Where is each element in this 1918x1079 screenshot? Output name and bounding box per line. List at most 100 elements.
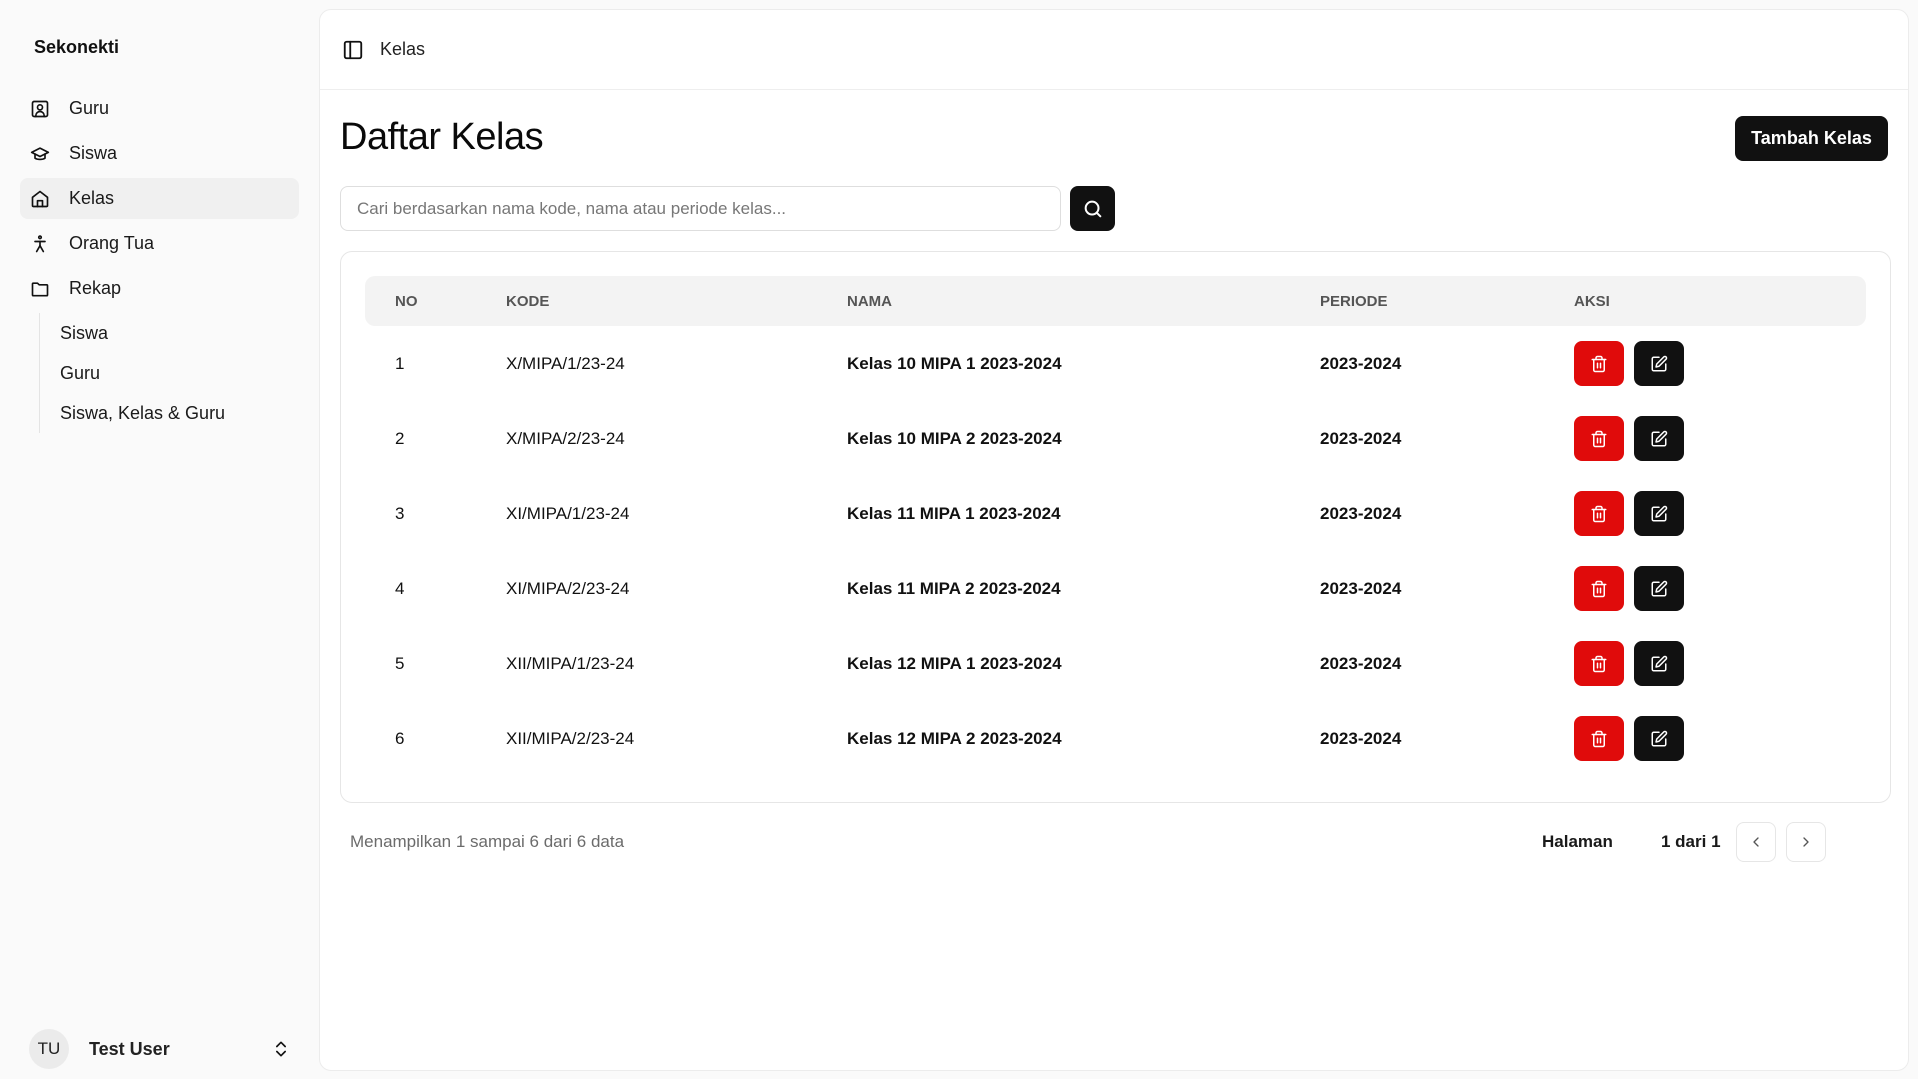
edit-button[interactable]: [1634, 416, 1684, 461]
sidebar-item-label: Siswa: [69, 143, 118, 163]
edit-button[interactable]: [1634, 566, 1684, 611]
delete-button[interactable]: [1574, 341, 1624, 386]
sidebar-item-label: Guru: [69, 98, 110, 118]
table-header: NO KODE NAMA PERIODE AKSI: [365, 276, 1866, 326]
person-standing-icon: [30, 234, 50, 254]
sidebar-toggle-icon[interactable]: [342, 39, 364, 61]
cell-no: 2: [395, 428, 405, 448]
cell-no: 5: [395, 653, 405, 673]
avatar: TU: [29, 1029, 69, 1069]
sidebar-subitem-guru[interactable]: Guru: [40, 353, 299, 393]
cell-kode: XII/MIPA/2/23-24: [506, 728, 635, 748]
delete-button[interactable]: [1574, 416, 1624, 461]
table-row: 6 XII/MIPA/2/23-24 Kelas 12 MIPA 2 2023-20…: [365, 701, 1866, 776]
cell-aksi: [1574, 566, 1866, 611]
cell-no: 4: [395, 578, 405, 598]
cell-no: 6: [395, 728, 405, 748]
edit-icon: [1651, 655, 1668, 671]
sidebar-item-label: Orang Tua: [69, 233, 155, 253]
sidebar-item-label: Rekap: [69, 278, 122, 298]
main-panel: Kelas Daftar Kelas Tambah Kelas NO KODE …: [319, 9, 1909, 1071]
home-icon: [30, 189, 50, 209]
sidebar-item-label: Kelas: [69, 188, 115, 208]
cell-aksi: [1574, 641, 1866, 686]
edit-icon: [1651, 355, 1668, 371]
rekap-subnav: Siswa Guru Siswa, Kelas & Guru: [39, 313, 299, 433]
header-kode: KODE: [506, 292, 550, 310]
sidebar-subitem-siswa-kelas-guru[interactable]: Siswa, Kelas & Guru: [40, 393, 299, 433]
edit-icon: [1651, 580, 1668, 596]
cell-periode: 2023-2024: [1320, 428, 1402, 448]
trash-icon: [1591, 730, 1607, 747]
trash-icon: [1591, 655, 1607, 672]
delete-button[interactable]: [1574, 566, 1624, 611]
next-page-button[interactable]: [1786, 822, 1826, 862]
sidebar-nav: Guru Siswa Kelas Orang Tua Rekap Siswa G…: [20, 88, 299, 433]
table-row: 3 XI/MIPA/1/23-24 Kelas 11 MIPA 1 2023-202…: [365, 476, 1866, 551]
cell-nama: Kelas 10 MIPA 2 2023-2024: [847, 428, 1062, 448]
sidebar-item-orang-tua[interactable]: Orang Tua: [20, 223, 299, 264]
table-row: 2 X/MIPA/2/23-24 Kelas 10 MIPA 2 2023-2024…: [365, 401, 1866, 476]
sidebar-item-siswa[interactable]: Siswa: [20, 133, 299, 174]
cell-no: 3: [395, 503, 405, 523]
sidebar-item-guru[interactable]: Guru: [20, 88, 299, 129]
cell-nama: Kelas 12 MIPA 2 2023-2024: [847, 728, 1062, 748]
sidebar-item-kelas[interactable]: Kelas: [20, 178, 299, 219]
trash-icon: [1591, 505, 1607, 522]
pagination-label: Halaman: [1542, 832, 1613, 851]
header-periode: PERIODE: [1320, 292, 1388, 310]
search-input[interactable]: [340, 186, 1061, 231]
table-card: NO KODE NAMA PERIODE AKSI 1 X/MIPA/1/23-2…: [340, 251, 1891, 803]
cell-nama: Kelas 11 MIPA 2 2023-2024: [847, 578, 1061, 598]
edit-button[interactable]: [1634, 716, 1684, 761]
folder-icon: [30, 279, 50, 299]
cell-kode: XI/MIPA/1/23-24: [506, 503, 630, 523]
cell-kode: X/MIPA/2/23-24: [506, 428, 625, 448]
user-name: Test User: [89, 1038, 170, 1059]
top-bar: Kelas: [320, 10, 1908, 90]
pagination-info: Menampilkan 1 sampai 6 dari 6 data: [350, 832, 625, 851]
trash-icon: [1591, 355, 1607, 372]
sidebar-item-rekap[interactable]: Rekap: [20, 268, 299, 309]
edit-button[interactable]: [1634, 341, 1684, 386]
cell-aksi: [1574, 416, 1866, 461]
chevron-right-icon: [1803, 837, 1809, 847]
table-row: 1 X/MIPA/1/23-24 Kelas 10 MIPA 1 2023-2024…: [365, 326, 1866, 401]
table-body: 1 X/MIPA/1/23-24 Kelas 10 MIPA 1 2023-2024…: [365, 326, 1866, 776]
sidebar-subitem-siswa[interactable]: Siswa: [40, 313, 299, 353]
cell-periode: 2023-2024: [1320, 653, 1402, 673]
user-menu[interactable]: TU Test User: [29, 1029, 291, 1069]
cell-aksi: [1574, 491, 1866, 536]
delete-button[interactable]: [1574, 641, 1624, 686]
trash-icon: [1591, 430, 1607, 447]
cell-periode: 2023-2024: [1320, 353, 1402, 373]
sidebar: Sekonekti Guru Siswa Kelas Orang Tua Rek…: [0, 0, 318, 1079]
edit-button[interactable]: [1634, 491, 1684, 536]
edit-icon: [1651, 730, 1668, 746]
prev-page-button[interactable]: [1736, 822, 1776, 862]
cell-periode: 2023-2024: [1320, 503, 1402, 523]
breadcrumb: Kelas: [380, 39, 426, 59]
cell-periode: 2023-2024: [1320, 728, 1402, 748]
cell-nama: Kelas 11 MIPA 1 2023-2024: [847, 503, 1061, 523]
trash-icon: [1591, 580, 1607, 597]
cell-periode: 2023-2024: [1320, 578, 1402, 598]
header-aksi: AKSI: [1574, 292, 1610, 310]
cell-kode: XII/MIPA/1/23-24: [506, 653, 635, 673]
delete-button[interactable]: [1574, 716, 1624, 761]
cell-nama: Kelas 10 MIPA 1 2023-2024: [847, 353, 1062, 373]
graduation-cap-icon: [30, 144, 50, 164]
chevrons-up-down-icon: [276, 1041, 286, 1057]
cell-aksi: [1574, 341, 1866, 386]
table-row: 4 XI/MIPA/2/23-24 Kelas 11 MIPA 2 2023-202…: [365, 551, 1866, 626]
search-button[interactable]: [1070, 186, 1115, 231]
edit-button[interactable]: [1634, 641, 1684, 686]
add-class-button[interactable]: Tambah Kelas: [1735, 116, 1888, 161]
chevron-left-icon: [1753, 837, 1759, 847]
edit-icon: [1651, 430, 1668, 446]
brand-name: Sekonekti: [34, 37, 120, 57]
delete-button[interactable]: [1574, 491, 1624, 536]
cell-no: 1: [395, 353, 405, 373]
edit-icon: [1651, 505, 1668, 521]
cell-kode: XI/MIPA/2/23-24: [506, 578, 630, 598]
